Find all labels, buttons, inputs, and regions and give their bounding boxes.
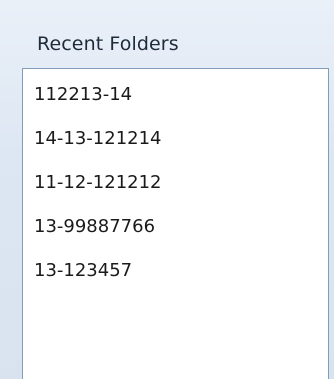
recent-folders-items: 112213-14 14-13-121214 11-12-121212 13-9… [23,73,328,293]
recent-folders-title: Recent Folders [37,33,179,55]
list-item[interactable]: 112213-14 [23,73,328,117]
recent-folders-list[interactable]: 112213-14 14-13-121214 11-12-121212 13-9… [22,68,329,379]
list-item[interactable]: 11-12-121212 [23,161,328,205]
list-item[interactable]: 13-123457 [23,249,328,293]
list-item[interactable]: 14-13-121214 [23,117,328,161]
list-item[interactable]: 13-99887766 [23,205,328,249]
recent-folders-panel: Recent Folders 112213-14 14-13-121214 11… [0,0,334,379]
